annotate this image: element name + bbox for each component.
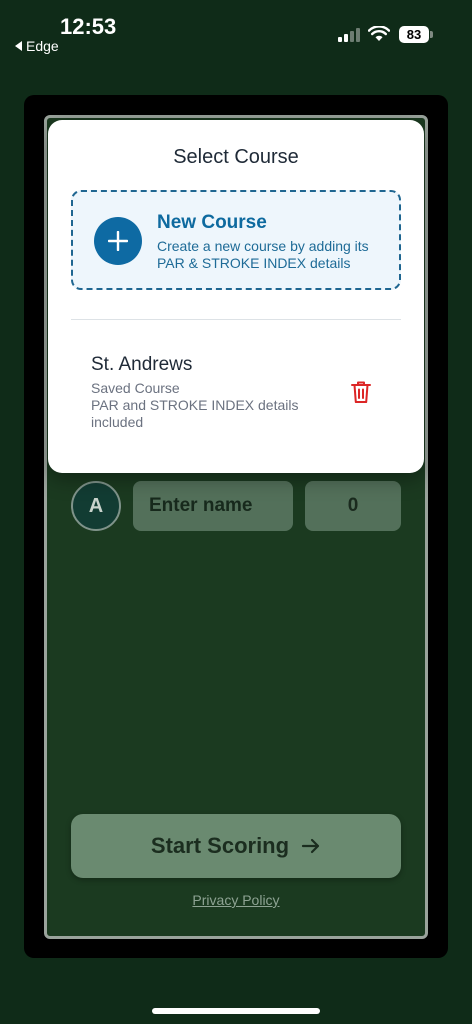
- saved-course-details: PAR and STROKE INDEX details included: [91, 397, 299, 430]
- back-arrow-icon: [15, 41, 22, 51]
- back-app-label: Edge: [26, 38, 59, 54]
- arrow-right-icon: [301, 838, 320, 854]
- new-course-title: New Course: [157, 212, 267, 233]
- start-scoring-button[interactable]: Start Scoring: [71, 814, 401, 878]
- status-time: 12:53: [60, 14, 117, 39]
- status-bar: 12:53 Edge 83: [0, 0, 472, 60]
- trash-icon[interactable]: [350, 380, 372, 404]
- home-indicator: [152, 1008, 320, 1014]
- player-score[interactable]: 0: [305, 481, 401, 531]
- modal-title: Select Course: [173, 146, 299, 168]
- divider: [71, 319, 401, 320]
- privacy-policy-link[interactable]: Privacy Policy: [0, 892, 472, 908]
- saved-course-name: St. Andrews: [91, 354, 193, 375]
- player-avatar: A: [71, 481, 121, 531]
- battery-level: 83: [399, 26, 429, 43]
- start-scoring-label: Start Scoring: [150, 833, 290, 858]
- cellular-signal-icon: [338, 28, 360, 42]
- back-to-app-link[interactable]: Edge: [15, 38, 59, 54]
- wifi-icon: [368, 26, 390, 41]
- player-name-input[interactable]: [133, 481, 293, 531]
- new-course-description: Create a new course by adding its PAR & …: [157, 238, 369, 271]
- battery-tip: [430, 31, 433, 38]
- saved-course-subtitle: Saved Course PAR and STROKE INDEX detail…: [91, 380, 331, 431]
- new-course-button[interactable]: New Course Create a new course by adding…: [71, 190, 401, 290]
- select-course-modal: Select Course New Course Create a new co…: [48, 120, 424, 473]
- saved-course-label: Saved Course: [91, 380, 180, 396]
- player-row: A 0: [71, 481, 401, 531]
- plus-icon: [94, 217, 142, 265]
